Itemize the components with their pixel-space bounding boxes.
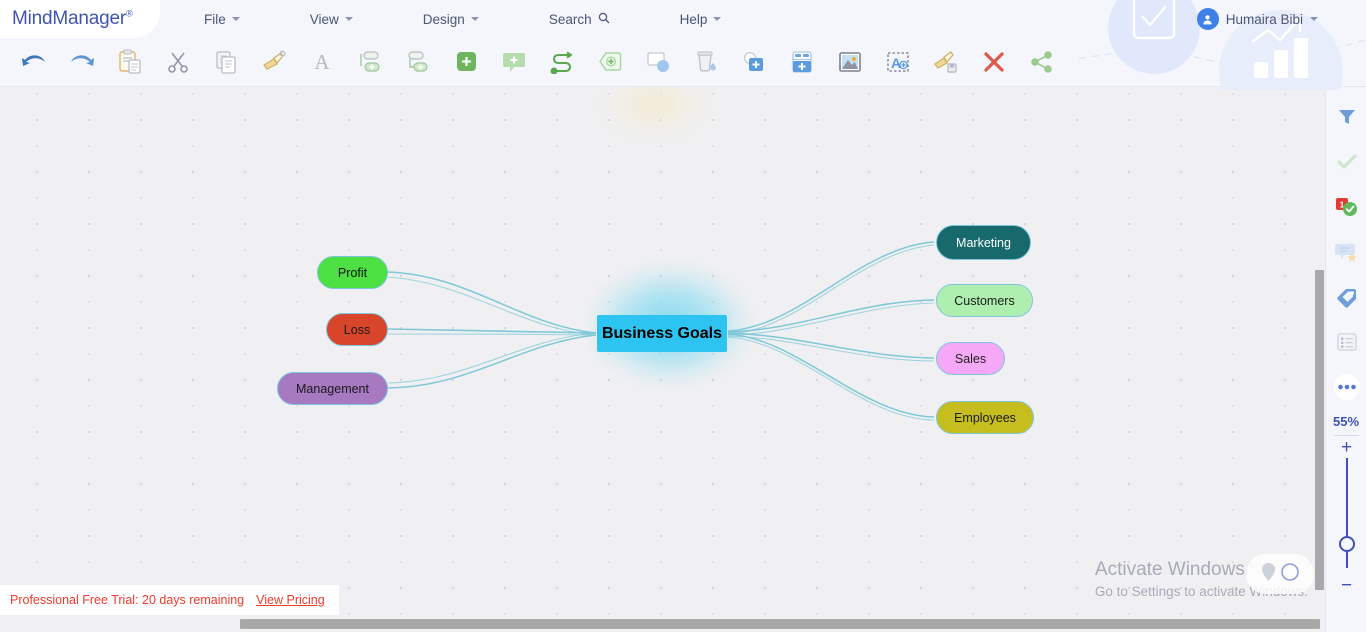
add-textbox-button[interactable]: A (874, 41, 922, 83)
sidebar-index-button[interactable] (1326, 322, 1366, 367)
mindmap-central-topic[interactable]: Business Goals (597, 315, 727, 352)
zoom-out-button[interactable]: − (1326, 576, 1366, 595)
paste-button[interactable] (106, 41, 154, 83)
mindmap-node-management[interactable]: Management (277, 372, 388, 405)
vertical-scrollbar-thumb[interactable] (1315, 270, 1324, 590)
menu-search-label: Search (548, 11, 592, 27)
main-toolbar: A A (0, 38, 1366, 87)
zoom-slider-handle[interactable] (1339, 536, 1355, 552)
menu-search[interactable]: Search (535, 8, 624, 31)
more-dots-icon (1333, 374, 1361, 405)
comment-star-icon (1334, 241, 1359, 268)
search-icon (598, 12, 610, 27)
svg-text:A: A (314, 50, 330, 74)
node-label: Sales (954, 351, 987, 366)
node-label: Employees (954, 410, 1016, 425)
trial-message: Professional Free Trial: 20 days remaini… (10, 593, 245, 607)
zoom-level-label: 55% (1332, 414, 1360, 429)
sidebar-tasks-button[interactable] (1326, 142, 1366, 187)
mindmap-node-loss[interactable]: Loss (326, 313, 388, 346)
circle-outline-icon (1280, 562, 1300, 587)
task-badge-icon: 1 (1335, 196, 1359, 223)
mindmap-node-profit[interactable]: Profit (317, 256, 388, 289)
top-bar: MindManager® File View Design Search Hel… (0, 0, 1366, 90)
format-painter-button[interactable] (250, 41, 298, 83)
view-pricing-link[interactable]: View Pricing (256, 593, 325, 607)
tag-icon (1335, 286, 1359, 313)
right-sidebar: 1 55% + − (1325, 87, 1366, 632)
central-topic-label: Business Goals (601, 324, 723, 342)
funnel-filter-icon (1337, 107, 1357, 132)
menu-view[interactable]: View (296, 8, 367, 31)
cut-button[interactable] (154, 41, 202, 83)
user-avatar-icon (1196, 8, 1219, 30)
node-label: Loss (343, 322, 371, 337)
delete-button[interactable] (970, 41, 1018, 83)
zoom-in-button[interactable]: + (1326, 438, 1366, 457)
font-button[interactable]: A (298, 41, 346, 83)
chevron-down-icon (713, 17, 722, 21)
sidebar-filter-button[interactable] (1326, 97, 1366, 142)
zoom-control: + − (1326, 436, 1366, 601)
location-pin-icon (1260, 562, 1277, 587)
chevron-down-icon (344, 17, 353, 21)
undo-button[interactable] (10, 41, 58, 83)
svg-text:A: A (891, 55, 901, 71)
sidebar-more-button[interactable] (1326, 367, 1366, 412)
node-label: Profit (337, 265, 368, 280)
add-subtopic-button[interactable] (394, 41, 442, 83)
node-label: Marketing (956, 235, 1011, 250)
add-table-button[interactable] (778, 41, 826, 83)
node-label: Management (296, 381, 369, 396)
menu-design[interactable]: Design (409, 8, 493, 31)
menu-view-label: View (309, 11, 339, 27)
sidebar-tags-button[interactable] (1326, 277, 1366, 322)
chevron-down-icon (470, 17, 479, 21)
brand-name: MindManager® (12, 8, 133, 29)
add-image-button[interactable] (826, 41, 874, 83)
node-label: Customers (954, 293, 1015, 308)
clear-format-button[interactable] (922, 41, 970, 83)
horizontal-scrollbar-thumb[interactable] (240, 619, 1320, 629)
share-button[interactable] (1018, 41, 1066, 83)
fill-color-button[interactable] (682, 41, 730, 83)
menu-file[interactable]: File (190, 8, 254, 31)
menu-file-label: File (204, 11, 226, 27)
sidebar-comments-button[interactable] (1326, 232, 1366, 277)
copy-button[interactable] (202, 41, 250, 83)
add-boundary-button[interactable] (586, 41, 634, 83)
menu-help[interactable]: Help (666, 8, 736, 31)
app-logo[interactable]: MindManager® (0, 0, 160, 38)
chevron-down-icon (231, 17, 240, 21)
main-menu: File View Design Search Help (190, 0, 735, 38)
mindmap-node-employees[interactable]: Employees (936, 401, 1034, 434)
chevron-down-icon (1310, 17, 1318, 21)
new-topic-button[interactable] (442, 41, 490, 83)
add-callout-button[interactable] (490, 41, 538, 83)
registered-mark: ® (125, 8, 133, 19)
mindmap-node-customers[interactable]: Customers (936, 284, 1033, 317)
mindmap-canvas[interactable]: Business Goals Profit Loss Management Ma… (0, 87, 1325, 615)
mindmanager-window: MindManager® File View Design Search Hel… (0, 0, 1366, 632)
user-account-menu[interactable]: Humaira Bibi (1196, 6, 1318, 32)
trial-banner: Professional Free Trial: 20 days remaini… (0, 585, 339, 615)
map-locate-button[interactable] (1246, 554, 1314, 594)
list-icon (1336, 332, 1358, 357)
menu-help-label: Help (679, 11, 708, 27)
checkmark-icon (1336, 152, 1358, 177)
menu-design-label: Design (422, 11, 465, 27)
add-shape-button[interactable] (730, 41, 778, 83)
add-relationship-button[interactable] (538, 41, 586, 83)
user-name: Humaira Bibi (1225, 11, 1303, 27)
sidebar-progress-button[interactable]: 1 (1326, 187, 1366, 232)
mindmap-node-sales[interactable]: Sales (936, 342, 1005, 375)
add-note-button[interactable] (634, 41, 682, 83)
add-topic-button[interactable] (346, 41, 394, 83)
redo-button[interactable] (58, 41, 106, 83)
mindmap-node-marketing[interactable]: Marketing (936, 225, 1031, 260)
